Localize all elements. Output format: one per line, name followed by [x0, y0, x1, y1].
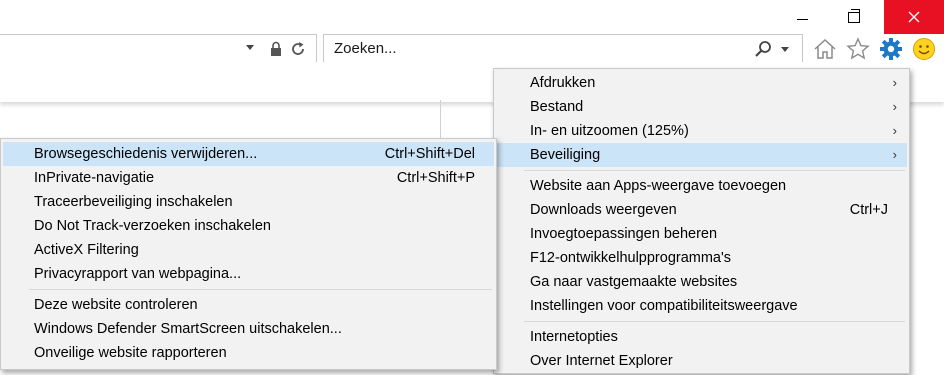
menu-item-about-ie[interactable]: Over Internet Explorer	[496, 349, 907, 373]
menu-item-f12-devtools[interactable]: F12-ontwikkelhulpprogramma's	[496, 246, 907, 270]
menu-item-activex-filtering[interactable]: ActiveX Filtering	[3, 238, 494, 262]
close-button[interactable]	[884, 0, 944, 34]
search-box[interactable]: Zoeken...	[323, 34, 803, 64]
lock-icon[interactable]	[270, 41, 282, 57]
menu-item-delete-history[interactable]: Browsegeschiedenis verwijderen... Ctrl+S…	[3, 142, 494, 166]
menu-item-inprivate[interactable]: InPrivate-navigatie Ctrl+Shift+P	[3, 166, 494, 190]
menu-item-pinned-sites[interactable]: Ga naar vastgemaakte websites	[496, 270, 907, 294]
security-submenu: Browsegeschiedenis verwijderen... Ctrl+S…	[0, 138, 497, 370]
close-icon	[908, 11, 920, 23]
submenu-arrow-icon: ›	[892, 147, 897, 162]
submenu-arrow-icon: ›	[892, 99, 897, 114]
home-icon	[814, 38, 836, 59]
menu-item-report-unsafe[interactable]: Onveilige website rapporteren	[3, 341, 494, 365]
minimize-icon	[796, 18, 808, 20]
tools-menu: Afdrukken › Bestand › In- en uitzoomen (…	[493, 68, 910, 374]
search-icon[interactable]	[754, 40, 772, 58]
tools-gear-icon	[880, 38, 902, 60]
feedback-smiley-icon	[913, 38, 935, 60]
menu-item-downloads[interactable]: Downloads weergeven Ctrl+J	[496, 198, 907, 222]
menu-item-add-site-to-apps[interactable]: Website aan Apps-weergave toevoegen	[496, 174, 907, 198]
menu-separator	[29, 289, 492, 290]
menu-item-smartscreen[interactable]: Windows Defender SmartScreen uitschakele…	[3, 317, 494, 341]
page-divider	[440, 100, 441, 140]
menu-separator	[524, 170, 905, 171]
search-input[interactable]: Zoeken...	[334, 40, 397, 57]
menu-item-compat-view[interactable]: Instellingen voor compatibiliteitsweerga…	[496, 294, 907, 318]
menu-item-bestand[interactable]: Bestand ›	[496, 95, 907, 119]
favorites-button[interactable]	[845, 36, 871, 62]
menu-item-beveiliging[interactable]: Beveiliging ›	[496, 143, 907, 167]
restore-icon	[848, 8, 860, 23]
menu-item-internet-options[interactable]: Internetopties	[496, 325, 907, 349]
home-button[interactable]	[812, 36, 838, 62]
minimize-button[interactable]	[780, 0, 824, 34]
menu-separator	[524, 321, 905, 322]
tools-button[interactable]	[878, 36, 904, 62]
address-dropdown-icon[interactable]	[246, 45, 254, 50]
address-bar[interactable]	[0, 34, 317, 64]
submenu-arrow-icon: ›	[892, 123, 897, 138]
feedback-button[interactable]	[911, 36, 937, 62]
refresh-icon[interactable]	[290, 41, 306, 57]
submenu-arrow-icon: ›	[892, 75, 897, 90]
menu-item-zoom[interactable]: In- en uitzoomen (125%) ›	[496, 119, 907, 143]
menu-item-tracking-protection[interactable]: Traceerbeveiliging inschakelen	[3, 190, 494, 214]
menu-item-check-website[interactable]: Deze website controleren	[3, 293, 494, 317]
menu-item-afdrukken[interactable]: Afdrukken ›	[496, 71, 907, 95]
favorites-star-icon	[846, 37, 870, 60]
menu-item-manage-addons[interactable]: Invoegtoepassingen beheren	[496, 222, 907, 246]
menu-item-do-not-track[interactable]: Do Not Track-verzoeken inschakelen	[3, 214, 494, 238]
menu-item-privacy-report[interactable]: Privacyrapport van webpagina...	[3, 262, 494, 286]
search-dropdown-icon[interactable]	[781, 47, 789, 52]
restore-button[interactable]	[832, 0, 876, 34]
